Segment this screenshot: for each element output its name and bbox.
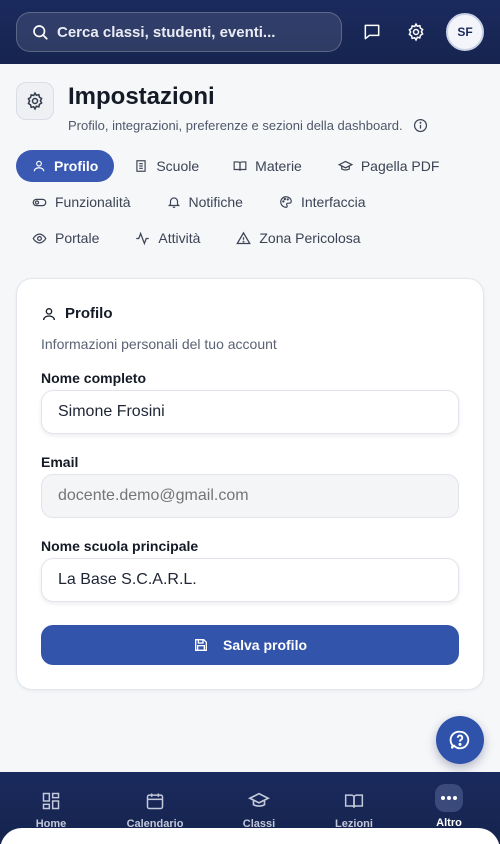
nav-altro[interactable]: Altro xyxy=(409,772,489,832)
search-box[interactable] xyxy=(16,12,342,52)
user-icon xyxy=(32,159,46,173)
tab-label: Zona Pericolosa xyxy=(259,230,361,246)
save-label: Salva profilo xyxy=(222,637,308,653)
tab-notifiche[interactable]: Notifiche xyxy=(151,186,259,218)
tab-zona-pericolosa[interactable]: Zona Pericolosa xyxy=(220,222,376,254)
tab-profilo[interactable]: Profilo xyxy=(16,150,115,182)
full-name-field[interactable] xyxy=(41,390,459,434)
card-title-text: Profilo xyxy=(65,305,113,322)
page-subtitle: Profilo, integrazioni, preferenze e sezi… xyxy=(68,118,428,133)
message-icon[interactable] xyxy=(360,20,384,44)
gear-icon[interactable] xyxy=(404,20,428,44)
book-open-icon xyxy=(341,788,367,814)
bottom-sheet-edge xyxy=(0,828,500,844)
top-bar: SF xyxy=(0,0,500,64)
help-icon xyxy=(449,729,471,751)
tab-label: Materie xyxy=(255,158,302,174)
palette-icon xyxy=(279,195,293,209)
save-profile-button[interactable]: Salva profilo xyxy=(41,625,459,665)
toggle-icon xyxy=(32,195,47,210)
nav-classi[interactable]: Classi xyxy=(219,772,299,832)
tab-attivita[interactable]: Attività xyxy=(119,222,216,254)
tab-label: Funzionalità xyxy=(55,194,131,210)
graduation-cap-icon xyxy=(246,788,272,814)
tab-materie[interactable]: Materie xyxy=(217,150,318,182)
tab-scuole[interactable]: Scuole xyxy=(118,150,215,182)
grid-icon xyxy=(38,788,64,814)
book-icon xyxy=(233,159,247,173)
help-button[interactable] xyxy=(436,716,484,764)
email-field[interactable] xyxy=(41,474,459,518)
gear-icon xyxy=(16,82,54,120)
bell-icon xyxy=(167,195,181,209)
tab-label: Notifiche xyxy=(188,194,243,210)
save-icon xyxy=(193,637,209,653)
settings-page: Impostazioni Profilo, integrazioni, pref… xyxy=(0,64,500,772)
search-input[interactable] xyxy=(57,23,317,41)
building-icon xyxy=(134,159,148,173)
school-field[interactable] xyxy=(41,558,459,602)
tab-label: Scuole xyxy=(156,158,200,174)
activity-icon xyxy=(135,231,150,246)
card-description: Informazioni personali del tuo account xyxy=(41,336,277,352)
graduation-cap-icon xyxy=(337,159,353,174)
page-header: Impostazioni Profilo, integrazioni, pref… xyxy=(16,82,428,133)
tab-portale[interactable]: Portale xyxy=(16,222,115,254)
profile-card: Profilo Informazioni personali del tuo a… xyxy=(16,278,484,690)
nav-lezioni[interactable]: Lezioni xyxy=(314,772,394,832)
tab-label: Interfaccia xyxy=(300,194,366,210)
page-title: Impostazioni xyxy=(68,83,215,110)
user-icon xyxy=(41,306,57,322)
eye-icon xyxy=(32,231,47,246)
tab-label: Profilo xyxy=(54,158,99,174)
calendar-icon xyxy=(142,788,168,814)
email-label: Email xyxy=(41,454,79,470)
info-icon[interactable] xyxy=(413,118,428,133)
tab-label: Pagella PDF xyxy=(360,158,440,174)
tab-label: Attività xyxy=(158,230,201,246)
tab-funzionalita[interactable]: Funzionalità xyxy=(16,186,147,218)
more-icon xyxy=(435,784,463,812)
settings-tabs: Profilo Scuole Materie Pagella PDF Funzi… xyxy=(16,150,486,258)
warning-icon xyxy=(236,231,252,246)
avatar[interactable]: SF xyxy=(446,13,484,51)
tab-label: Portale xyxy=(55,230,100,246)
search-icon xyxy=(31,23,49,41)
nav-calendario[interactable]: Calendario xyxy=(115,772,195,832)
school-label: Nome scuola principale xyxy=(41,538,199,554)
nav-home[interactable]: Home xyxy=(11,772,91,832)
card-title: Profilo xyxy=(41,305,113,322)
subtitle-text: Profilo, integrazioni, preferenze e sezi… xyxy=(68,118,403,133)
tab-interfaccia[interactable]: Interfaccia xyxy=(263,186,382,218)
tab-pagella-pdf[interactable]: Pagella PDF xyxy=(322,150,456,182)
full-name-label: Nome completo xyxy=(41,370,147,386)
